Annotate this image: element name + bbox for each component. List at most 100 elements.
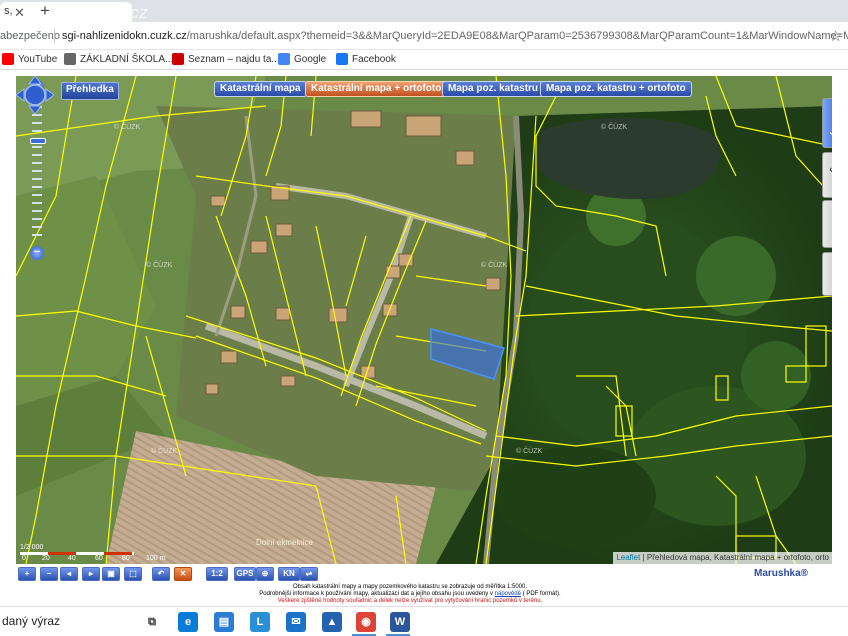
google-icon bbox=[278, 53, 290, 65]
notice-line-2a: Podrobnější informace k používání mapy, … bbox=[259, 591, 493, 597]
zoom-tick[interactable] bbox=[32, 202, 42, 204]
help-link[interactable]: nápovědě bbox=[495, 591, 521, 597]
photos-icon[interactable]: ▲ bbox=[322, 612, 342, 632]
pan-right-button[interactable]: ▸ bbox=[82, 567, 100, 581]
undo-button[interactable]: ↶ bbox=[152, 567, 170, 581]
zoom-in-button[interactable]: + bbox=[18, 567, 36, 581]
kn-button[interactable]: KN bbox=[278, 567, 300, 581]
map-attribution: Leaflet | Přehledová mapa, Katastrální m… bbox=[613, 552, 832, 564]
side-tab-label: Vrstvy bbox=[830, 109, 832, 137]
url-path: /marushka/default.aspx?themeid=3&&MarQue… bbox=[186, 30, 848, 42]
side-tab[interactable]: Tisk bbox=[822, 252, 832, 296]
pan-left-button[interactable]: ◂ bbox=[60, 567, 78, 581]
zoom-tick[interactable] bbox=[32, 210, 42, 212]
browser-tabstrip: s, ✕ + ikurealitu.cz bbox=[0, 0, 848, 22]
address-divider bbox=[54, 28, 55, 44]
layer-button[interactable]: Mapa poz. katastru + ortofoto bbox=[540, 81, 692, 97]
scale-segment bbox=[132, 552, 134, 555]
cuzk-watermark: © ČÚZK bbox=[601, 124, 628, 131]
facebook-icon bbox=[336, 53, 348, 65]
layer-button[interactable]: Katastrální mapa bbox=[214, 81, 307, 97]
new-tab-button[interactable]: + bbox=[40, 1, 50, 21]
url-field[interactable]: sgi-nahlizenidokn.cuzk.cz/marushka/defau… bbox=[62, 30, 848, 42]
zoom-tick[interactable] bbox=[32, 114, 42, 116]
clear-button[interactable]: ✕ bbox=[174, 567, 192, 581]
zoom-tick[interactable] bbox=[32, 218, 42, 220]
gps-button[interactable]: GPS bbox=[234, 567, 256, 581]
bookmarks-bar: YouTube ZÁKLADNÍ ŠKOLA... Seznam – najdu t… bbox=[0, 50, 848, 70]
youtube-icon bbox=[2, 53, 14, 65]
bookmark-item[interactable]: ZÁKLADNÍ ŠKOLA... bbox=[64, 53, 173, 65]
zoom-tick[interactable] bbox=[32, 122, 42, 124]
scale-label: 80 bbox=[122, 555, 130, 562]
bookmark-item[interactable]: Seznam – najdu ta... bbox=[172, 53, 280, 65]
place-label: Dolní ekmelnice bbox=[256, 538, 313, 547]
cuzk-watermark: © ČÚZK bbox=[114, 124, 141, 131]
zoom-tick[interactable] bbox=[32, 170, 42, 172]
bookmark-item[interactable]: Facebook bbox=[336, 53, 396, 65]
scale-button[interactable]: 1:2 bbox=[206, 567, 228, 581]
scale-label: 60 bbox=[95, 555, 103, 562]
swap-button[interactable]: ⇌ bbox=[300, 567, 318, 581]
notice-line-1: Obsah katastrální mapy a mapy pozemkovéh… bbox=[292, 584, 528, 590]
notice-line-2: Podrobnější informace k používání mapy, … bbox=[200, 591, 620, 598]
overview-button[interactable]: Přehledka bbox=[61, 82, 119, 100]
edge-icon[interactable]: e bbox=[178, 612, 198, 632]
word-icon[interactable]: W bbox=[390, 612, 410, 632]
task-view-icon[interactable]: ⧉ bbox=[142, 612, 162, 632]
zoom-tick[interactable] bbox=[32, 146, 42, 148]
mail-icon[interactable]: ✉ bbox=[286, 612, 306, 632]
bookmark-item[interactable]: YouTube bbox=[2, 53, 57, 65]
layer-button[interactable]: Mapa poz. katastru bbox=[442, 81, 545, 97]
close-tab-icon[interactable]: ✕ bbox=[14, 5, 25, 21]
locate-button[interactable]: ⊕ bbox=[256, 567, 274, 581]
tab-title: s, bbox=[4, 5, 13, 17]
marushka-logo: Marushka® bbox=[754, 568, 809, 579]
bookmark-label: YouTube bbox=[18, 53, 58, 65]
bookmark-label: Google bbox=[294, 53, 327, 65]
side-tab[interactable]: Vrstvy bbox=[822, 98, 832, 148]
zoom-out-button[interactable]: − bbox=[40, 567, 58, 581]
zoom-tick[interactable] bbox=[32, 226, 42, 228]
zoom-tick[interactable] bbox=[32, 194, 42, 196]
cuzk-watermark: © ČÚZK bbox=[151, 448, 178, 455]
zoom-tick[interactable] bbox=[32, 162, 42, 164]
security-indicator[interactable]: abezpečeno bbox=[0, 30, 60, 42]
bookmark-label: Seznam – najdu ta... bbox=[188, 53, 280, 65]
bookmark-item[interactable]: Google bbox=[278, 53, 326, 65]
scale-label: 100 m bbox=[146, 555, 166, 562]
bookmark-label: Facebook bbox=[352, 53, 396, 65]
scale-label: 0 bbox=[22, 555, 26, 562]
cuzk-watermark: © ČÚZK bbox=[516, 448, 543, 455]
zoom-tick[interactable] bbox=[32, 154, 42, 156]
taskbar-search-input[interactable]: daný výraz bbox=[0, 607, 136, 636]
zoom-tick[interactable] bbox=[32, 130, 42, 132]
zoom-tick[interactable] bbox=[32, 234, 42, 236]
side-tab-label: Tisk bbox=[830, 265, 832, 283]
side-tab[interactable]: Hledat bbox=[822, 200, 832, 248]
orthophoto-map bbox=[16, 76, 832, 564]
side-tab[interactable]: Legenda bbox=[822, 152, 832, 198]
globe-icon bbox=[64, 53, 76, 65]
zoom-tick[interactable] bbox=[32, 186, 42, 188]
zoom-box-button[interactable]: ▣ bbox=[102, 567, 120, 581]
bookmark-star-icon[interactable]: ☆ bbox=[829, 27, 842, 45]
address-bar: abezpečeno sgi-nahlizenidokn.cuzk.cz/mar… bbox=[0, 22, 848, 50]
url-host: sgi-nahlizenidokn.cuzk.cz bbox=[62, 30, 187, 42]
zoom-out-icon[interactable]: − bbox=[30, 246, 44, 260]
chrome-icon[interactable]: ◉ bbox=[356, 612, 376, 632]
l-app-icon[interactable]: L bbox=[250, 612, 270, 632]
map-viewport[interactable]: © ČÚZK © ČÚZK © ČÚZK © ČÚZK © ČÚZK © ČÚZ… bbox=[16, 76, 832, 564]
cuzk-watermark: © ČÚZK bbox=[481, 262, 508, 269]
pan-control-icon[interactable] bbox=[16, 76, 54, 114]
scale-ratio: 1/2 000 bbox=[20, 544, 44, 551]
layer-button[interactable]: Katastrální mapa + ortofoto bbox=[305, 81, 448, 97]
scale-bar: 1/2 000 0 20 40 60 80 100 m bbox=[20, 544, 165, 562]
leaflet-link[interactable]: Leaflet bbox=[616, 553, 640, 562]
zoom-tick[interactable] bbox=[32, 178, 42, 180]
attribution-text: | Přehledová mapa, Katastrální mapa + or… bbox=[640, 553, 829, 562]
notice-line-2b: ( PDF formát). bbox=[522, 591, 561, 597]
store-icon[interactable]: ▤ bbox=[214, 612, 234, 632]
extent-button[interactable]: ⬚ bbox=[124, 567, 142, 581]
zoom-slider-thumb[interactable] bbox=[30, 138, 46, 144]
